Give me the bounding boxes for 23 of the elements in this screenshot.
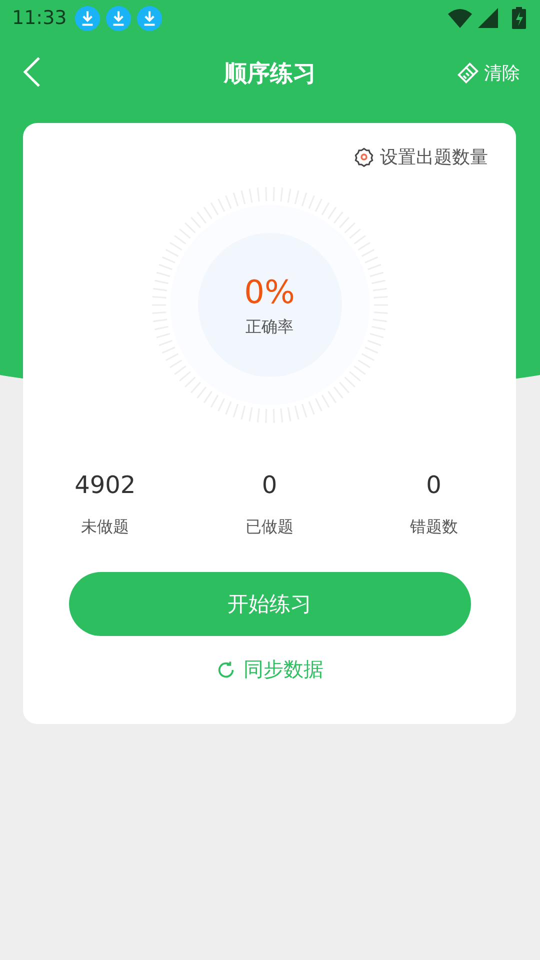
download-icon	[106, 6, 131, 30]
stat-label: 错题数	[410, 517, 458, 538]
status-time: 11:33	[12, 7, 67, 29]
stat-value: 0	[426, 471, 442, 499]
battery-icon	[512, 7, 526, 29]
stat-value: 4902	[74, 471, 136, 499]
accuracy-label: 正确率	[246, 316, 294, 338]
broom-icon	[457, 62, 479, 84]
settings-icon	[354, 147, 374, 167]
page-title: 顺序练习	[224, 60, 316, 88]
stat-value: 0	[262, 471, 278, 499]
question-count-settings-button[interactable]: 设置出题数量	[354, 145, 488, 169]
stat-label: 已做题	[245, 517, 294, 538]
stat-label: 未做题	[81, 517, 130, 538]
refresh-icon	[216, 660, 236, 680]
download-icon	[136, 6, 162, 30]
accuracy-value: 0%	[244, 272, 295, 310]
start-practice-button[interactable]: 开始练习	[68, 572, 470, 636]
sync-data-button[interactable]: 同步数据	[216, 656, 324, 683]
signal-icon	[478, 8, 498, 28]
wifi-icon	[448, 8, 472, 28]
clear-button[interactable]: 清除	[457, 61, 520, 85]
download-icon	[74, 6, 100, 30]
